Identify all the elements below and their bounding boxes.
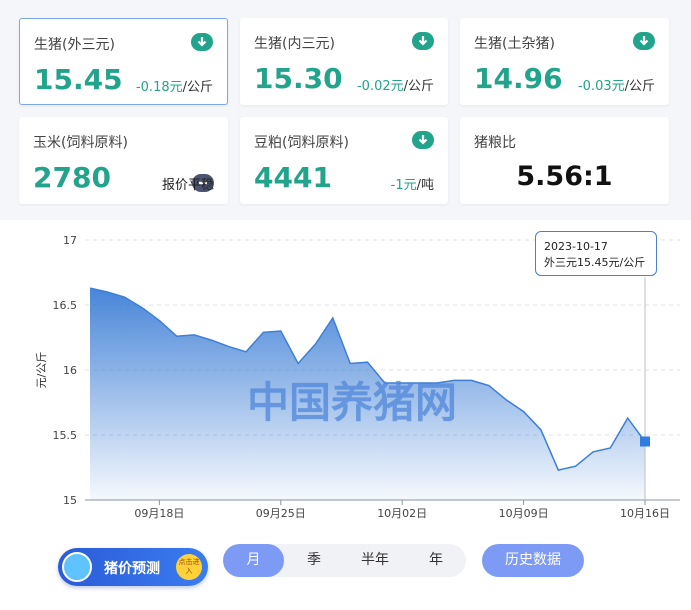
period-half-year[interactable]: 半年 xyxy=(344,544,406,577)
y-axis-label: 元/公斤 xyxy=(35,352,48,389)
y-tick-label: 17 xyxy=(63,234,77,247)
period-month[interactable]: 月 xyxy=(223,544,284,577)
y-tick-label: 15 xyxy=(63,494,77,507)
chart-tooltip: 2023-10-17 外三元15.45元/公斤 xyxy=(535,231,657,276)
y-tick-label: 16.5 xyxy=(53,299,78,312)
highlight-marker xyxy=(640,436,650,447)
arrow-down-icon xyxy=(191,33,213,51)
globe-icon xyxy=(62,552,92,582)
card-name: 生猪(内三元) xyxy=(254,36,335,52)
tooltip-date: 2023-10-17 xyxy=(544,240,608,253)
x-tick-label: 09月25日 xyxy=(256,507,306,520)
price-card-native[interactable]: 生猪(土杂猪) 14.96 -0.03元/公斤 xyxy=(460,18,669,105)
card-name: 猪粮比 xyxy=(474,135,516,151)
tooltip-value: 外三元15.45元/公斤 xyxy=(544,256,646,269)
pig-grain-ratio-card[interactable]: 猪粮比 5.56:1 xyxy=(460,117,669,204)
history-data-button[interactable]: 历史数据 xyxy=(482,544,584,577)
card-change: -0.02元/公斤 xyxy=(356,79,434,94)
period-selector: 月 季 半年 年 xyxy=(223,544,466,577)
card-name: 玉米(饲料原料) xyxy=(33,135,128,151)
card-change: -0.03元/公斤 xyxy=(577,79,655,94)
x-tick-label: 10月16日 xyxy=(620,507,670,520)
card-price: 15.30 xyxy=(254,62,343,95)
promo-cta[interactable]: 点击进入 xyxy=(176,554,202,580)
card-name: 生猪(外三元) xyxy=(34,37,115,53)
card-price: 4441 xyxy=(254,161,332,194)
card-change: -0.18元/公斤 xyxy=(135,80,213,95)
arrow-down-icon xyxy=(412,131,434,149)
arrow-down-icon xyxy=(633,32,655,50)
price-card-corn[interactable]: 玉米(饲料原料) 2780 报价平稳 xyxy=(19,117,228,204)
y-tick-label: 15.5 xyxy=(53,429,78,442)
card-price: 15.45 xyxy=(34,63,123,96)
x-tick-label: 10月02日 xyxy=(377,507,427,520)
x-tick-label: 09月18日 xyxy=(134,507,184,520)
x-tick-label: 10月09日 xyxy=(499,507,549,520)
watermark: 中国养猪网 xyxy=(247,378,457,427)
price-card-outer-three[interactable]: 生猪(外三元) 15.45 -0.18元/公斤 xyxy=(19,18,228,105)
period-year[interactable]: 年 xyxy=(406,544,466,577)
promo-label: 猪价预测 xyxy=(104,561,160,577)
period-quarter[interactable]: 季 xyxy=(284,544,344,577)
card-price: 2780 xyxy=(33,161,111,194)
price-card-inner-three[interactable]: 生猪(内三元) 15.30 -0.02元/公斤 xyxy=(240,18,448,105)
ratio-value: 5.56:1 xyxy=(516,161,613,192)
card-status: 报价平稳 xyxy=(161,178,214,193)
card-change: -1元/吨 xyxy=(390,178,434,193)
arrow-down-icon xyxy=(412,32,434,50)
card-name: 豆粕(饲料原料) xyxy=(254,135,349,151)
price-card-soymeal[interactable]: 豆粕(饲料原料) 4441 -1元/吨 xyxy=(240,117,448,204)
price-forecast-banner[interactable]: 猪价预测 点击进入 xyxy=(58,548,208,586)
card-name: 生猪(土杂猪) xyxy=(474,36,555,52)
y-tick-label: 16 xyxy=(63,364,77,377)
card-price: 14.96 xyxy=(474,62,563,95)
